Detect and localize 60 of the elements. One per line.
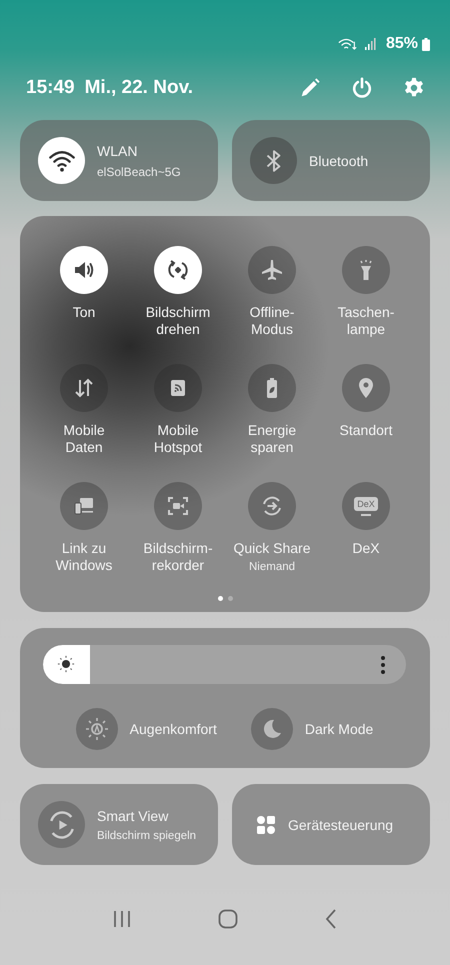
sun-icon	[57, 655, 75, 673]
dex-toggle[interactable]: DeX	[342, 482, 390, 530]
location-toggle[interactable]	[342, 364, 390, 412]
tile-title: Gerätesteuerung	[288, 816, 394, 832]
pencil-icon[interactable]	[299, 77, 321, 99]
brightness-slider[interactable]	[43, 645, 406, 684]
share-toggle[interactable]	[248, 482, 296, 530]
toggle-label: Link zu Windows	[56, 540, 112, 574]
tile-title: WLAN	[97, 142, 138, 158]
toggle-label: Quick Share	[233, 540, 311, 557]
airplane-icon	[260, 258, 284, 282]
eye-comfort-toggle[interactable]: Augenkomfort	[76, 708, 217, 750]
toggle-label: Mobile Hotspot	[154, 422, 202, 456]
toggle-status: Niemand	[248, 561, 296, 573]
battery-toggle[interactable]	[248, 364, 296, 412]
wifi-signal-icon	[338, 38, 358, 50]
home-icon[interactable]	[218, 909, 238, 929]
toggle-label: Offline- Modus	[250, 304, 294, 338]
battery-percent: 85%	[386, 35, 418, 53]
cell-signal-icon	[364, 38, 376, 50]
bluetooth-tile[interactable]: Bluetooth	[232, 120, 430, 201]
date-text: Mi., 22. Nov.	[84, 77, 194, 99]
device-control-tile[interactable]: Gerätesteuerung	[232, 784, 430, 865]
recent-apps-icon[interactable]	[113, 910, 132, 928]
rotate-icon	[166, 258, 190, 282]
screen-recorder-icon	[166, 494, 190, 518]
tile-title: Smart View	[97, 808, 170, 824]
smart-view-tile[interactable]: Smart View Bildschirm spiegeln	[20, 784, 218, 865]
recorder-toggle[interactable]	[154, 482, 202, 530]
network-name: elSolBeach~5G	[97, 164, 181, 178]
toggle-label: Mobile Daten	[63, 422, 105, 456]
four-squares-icon	[256, 814, 276, 834]
more-options-icon[interactable]	[380, 655, 386, 675]
airplane-toggle[interactable]	[248, 246, 296, 294]
page-dot[interactable]	[228, 596, 232, 601]
dark-mode-toggle[interactable]: Dark Mode	[250, 708, 374, 750]
rotate-toggle[interactable]	[154, 246, 202, 294]
back-icon[interactable]	[324, 909, 337, 929]
share-arrow-icon	[260, 494, 284, 518]
toggle-label: Bildschirm drehen	[146, 304, 210, 338]
tile-subtitle: Bildschirm spiegeln	[97, 830, 196, 842]
tile-title: Bluetooth	[309, 152, 368, 168]
eye-comfort-icon	[84, 717, 109, 741]
flashlight-toggle[interactable]	[342, 246, 390, 294]
hotspot-toggle[interactable]	[154, 364, 202, 412]
battery-icon	[422, 38, 430, 50]
toggle-label: Standort	[340, 422, 392, 439]
toggle-label: Ton	[72, 304, 96, 321]
power-icon[interactable]	[351, 77, 373, 99]
wifi-tile[interactable]: WLAN elSolBeach~5G	[20, 120, 218, 201]
toggle-label: Energie sparen	[248, 422, 296, 456]
link-toggle[interactable]	[60, 482, 108, 530]
settings-icon[interactable]	[403, 77, 425, 99]
page-dot[interactable]	[218, 596, 222, 601]
toggle-label: Taschen- lampe	[338, 304, 394, 338]
sound-toggle[interactable]	[60, 246, 108, 294]
data-toggle[interactable]	[60, 364, 108, 412]
toggle-label: Bildschirm- rekorder	[143, 540, 213, 574]
clock-time: 15:49	[26, 77, 75, 99]
toggle-label: DeX	[352, 540, 380, 557]
